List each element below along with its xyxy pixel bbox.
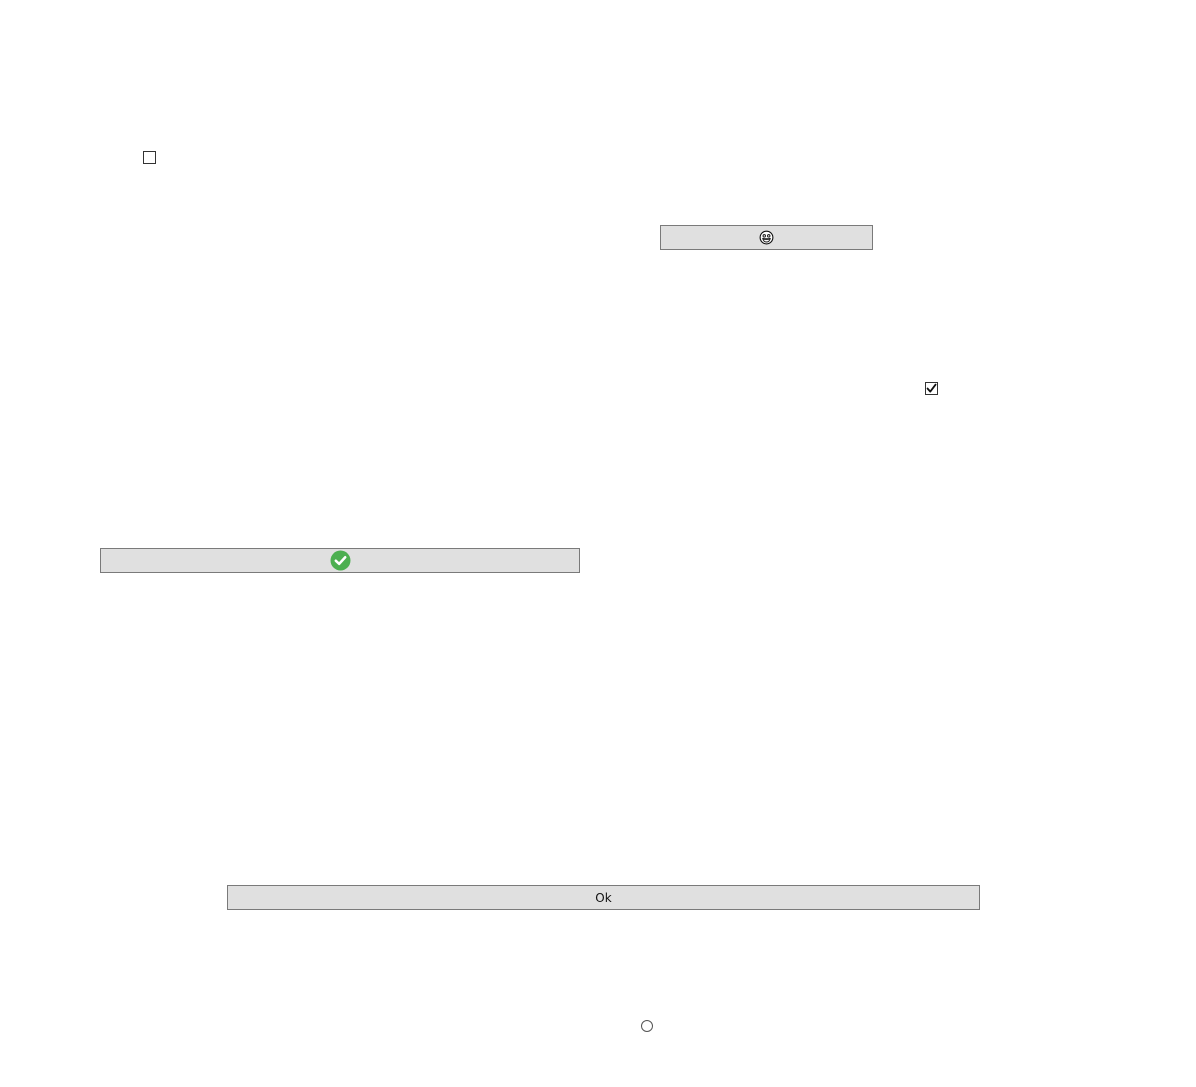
checkbox-unchecked[interactable] bbox=[143, 151, 156, 164]
radio-button[interactable] bbox=[641, 1020, 653, 1032]
emoji-button[interactable] bbox=[660, 225, 873, 250]
confirm-check-button[interactable] bbox=[100, 548, 580, 573]
checkmark-icon bbox=[926, 383, 937, 394]
ok-button-label: Ok bbox=[595, 890, 612, 905]
grinning-face-icon bbox=[759, 230, 774, 245]
green-check-circle-icon bbox=[330, 550, 351, 571]
checkbox-checked[interactable] bbox=[925, 382, 938, 395]
ok-button[interactable]: Ok bbox=[227, 885, 980, 910]
